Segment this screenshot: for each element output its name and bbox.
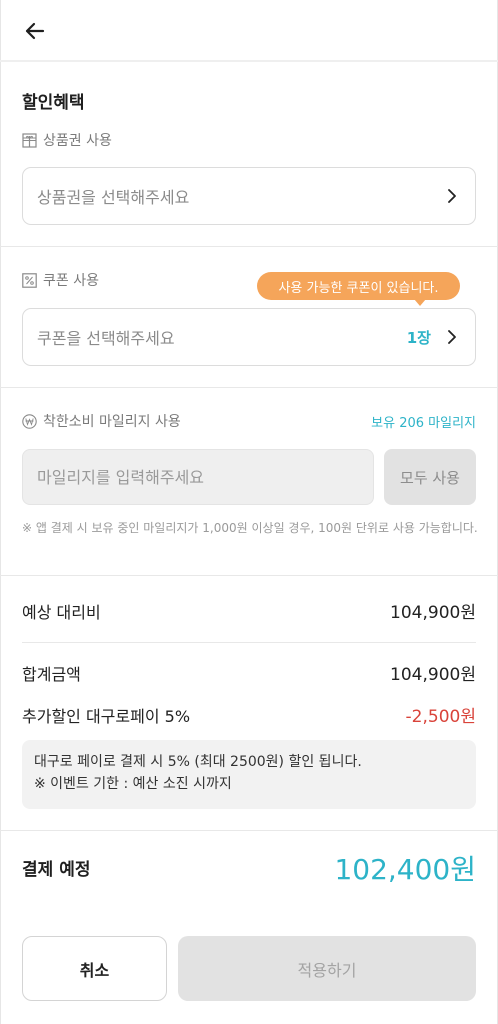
gift-voucher-icon — [22, 132, 37, 148]
total-amount-value: 104,900원 — [390, 665, 476, 685]
coupon-label-row: 쿠폰 사용 — [22, 270, 99, 290]
cancel-button[interactable]: 취소 — [22, 936, 167, 1001]
top-bar — [0, 0, 498, 62]
discount-section-title: 할인혜택 — [22, 93, 85, 113]
arrow-left-icon[interactable] — [22, 18, 48, 44]
expected-fee-value: 104,900원 — [390, 603, 476, 623]
chevron-right-icon — [448, 189, 456, 203]
mileage-input[interactable] — [22, 449, 374, 505]
won-circle-icon — [22, 413, 37, 429]
voucher-placeholder: 상품권을 선택해주세요 — [37, 188, 190, 207]
divider — [0, 575, 498, 576]
chevron-right-icon — [448, 330, 456, 344]
coupon-count: 1장 — [406, 328, 431, 347]
mileage-label-row: 착한소비 마일리지 사용 — [22, 411, 181, 431]
voucher-label-row: 상품권 사용 — [22, 130, 112, 150]
mileage-balance: 보유 206 마일리지 — [371, 416, 476, 431]
extra-discount-label: 추가할인 대구로페이 5% — [22, 707, 191, 726]
voucher-label: 상품권 사용 — [43, 133, 112, 149]
info-line: ※ 이벤트 기한 : 예산 소진 시까지 — [34, 776, 232, 792]
divider — [0, 246, 498, 247]
coupon-placeholder: 쿠폰을 선택해주세요 — [37, 329, 175, 348]
divider — [22, 642, 476, 643]
mileage-label: 착한소비 마일리지 사용 — [43, 414, 181, 430]
apply-button[interactable]: 적용하기 — [178, 936, 476, 1001]
divider — [0, 830, 498, 831]
divider — [0, 387, 498, 388]
extra-discount-value: -2,500원 — [405, 707, 476, 727]
payment-amount: 102,400원 — [334, 853, 476, 886]
info-line: 대구로 페이로 결제 시 5% (최대 2500원) 할인 됩니다. — [34, 754, 362, 770]
total-amount-label: 합계금액 — [22, 665, 81, 684]
expected-fee-label: 예상 대리비 — [22, 603, 101, 622]
use-all-mileage-button[interactable]: 모두 사용 — [384, 449, 476, 505]
coupon-select[interactable]: 쿠폰을 선택해주세요 1장 — [22, 308, 476, 366]
mileage-note: ※ 앱 결제 시 보유 중인 마일리지가 1,000원 이상일 경우, 100원… — [22, 521, 478, 535]
voucher-select[interactable]: 상품권을 선택해주세요 — [22, 167, 476, 225]
percent-icon — [22, 272, 37, 288]
coupon-available-tooltip: 사용 가능한 쿠폰이 있습니다. — [257, 272, 460, 306]
pay-discount-info: 대구로 페이로 결제 시 5% (최대 2500원) 할인 됩니다. ※ 이벤트… — [22, 740, 476, 809]
payment-label: 결제 예정 — [22, 860, 91, 880]
coupon-label: 쿠폰 사용 — [43, 273, 99, 289]
